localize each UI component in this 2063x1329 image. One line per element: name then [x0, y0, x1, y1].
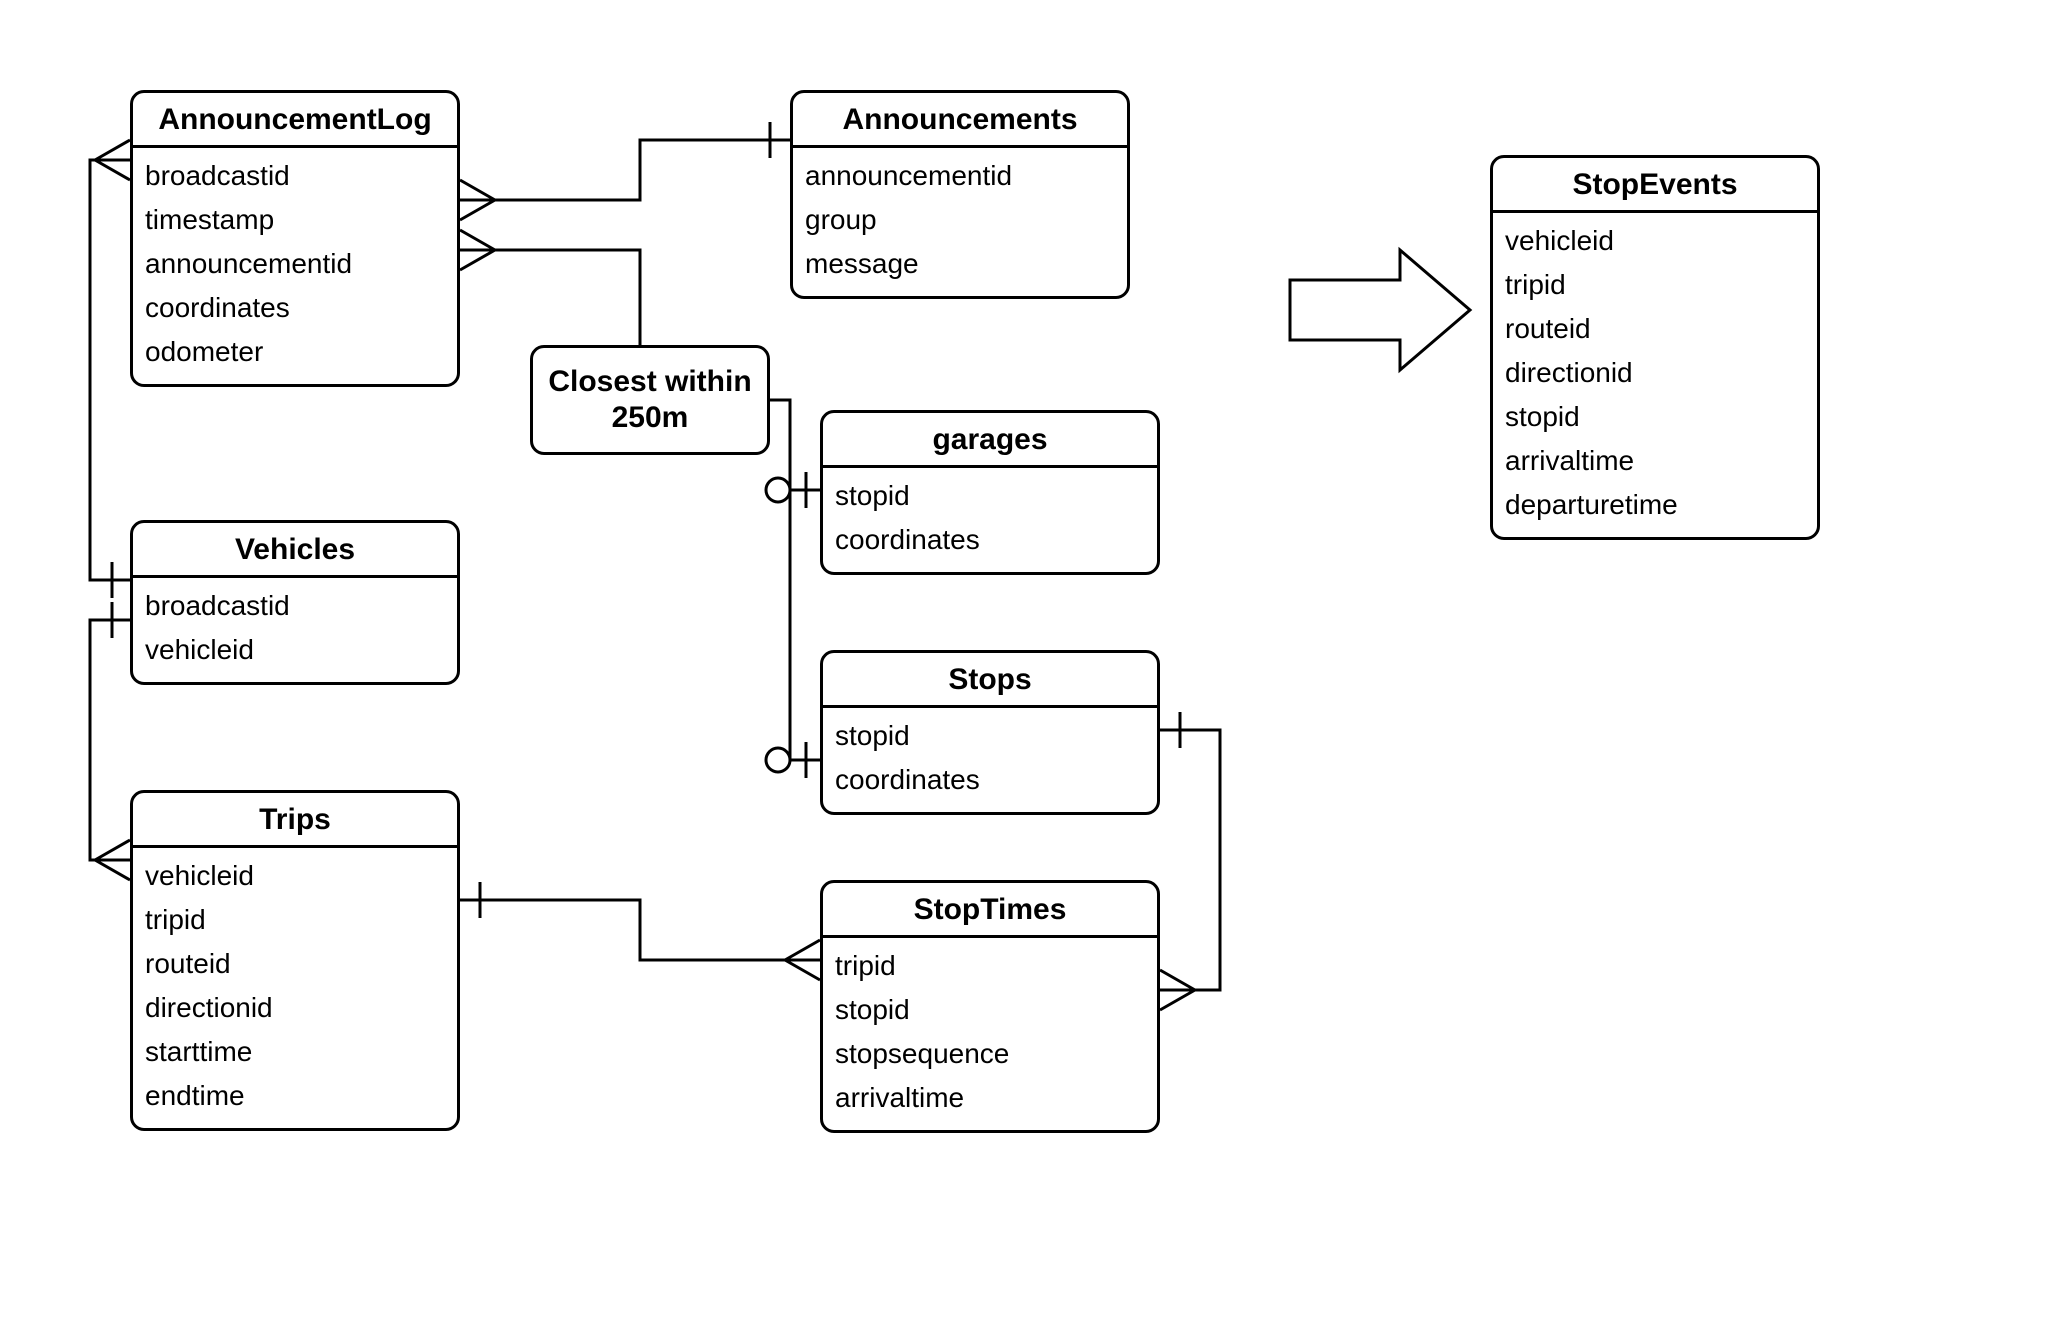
entity-title: Trips [133, 793, 457, 848]
entity-attr: announcementid [805, 154, 1115, 198]
relationship-label-line: 250m [533, 400, 767, 436]
relationship-label-line: Closest within [533, 364, 767, 400]
entity-attr: starttime [145, 1030, 445, 1074]
entity-attr: coordinates [145, 286, 445, 330]
entity-attr: routeid [1505, 307, 1805, 351]
entity-stops: Stops stopid coordinates [820, 650, 1160, 815]
entity-attr: tripid [145, 898, 445, 942]
relationship-closest-within: Closest within 250m [530, 345, 770, 455]
diagram-canvas: AnnouncementLog broadcastid timestamp an… [0, 0, 2063, 1329]
entity-attr: tripid [1505, 263, 1805, 307]
entity-title: garages [823, 413, 1157, 468]
entity-trips: Trips vehicleid tripid routeid direction… [130, 790, 460, 1131]
entity-attr: group [805, 198, 1115, 242]
entity-title: Stops [823, 653, 1157, 708]
entity-attr: directionid [145, 986, 445, 1030]
entity-attr: coordinates [835, 758, 1145, 802]
entity-attr: vehicleid [145, 854, 445, 898]
entity-title: AnnouncementLog [133, 93, 457, 148]
entity-stoptimes: StopTimes tripid stopid stopsequence arr… [820, 880, 1160, 1133]
entity-attr: coordinates [835, 518, 1145, 562]
entity-attr: stopid [835, 988, 1145, 1032]
entity-title: Vehicles [133, 523, 457, 578]
entity-announcementlog: AnnouncementLog broadcastid timestamp an… [130, 90, 460, 387]
entity-attr: vehicleid [145, 628, 445, 672]
entity-attr: routeid [145, 942, 445, 986]
entity-attr: stopsequence [835, 1032, 1145, 1076]
entity-attr: departuretime [1505, 483, 1805, 527]
entity-attr: broadcastid [145, 584, 445, 628]
entity-attr: vehicleid [1505, 219, 1805, 263]
entity-title: StopTimes [823, 883, 1157, 938]
entity-title: Announcements [793, 93, 1127, 148]
entity-announcements: Announcements announcementid group messa… [790, 90, 1130, 299]
entity-attr: timestamp [145, 198, 445, 242]
entity-attr: arrivaltime [835, 1076, 1145, 1120]
entity-attr: stopid [835, 474, 1145, 518]
entity-garages: garages stopid coordinates [820, 410, 1160, 575]
entity-attr: endtime [145, 1074, 445, 1118]
entity-vehicles: Vehicles broadcastid vehicleid [130, 520, 460, 685]
entity-attr: arrivaltime [1505, 439, 1805, 483]
entity-attr: message [805, 242, 1115, 286]
entity-attr: tripid [835, 944, 1145, 988]
entity-attr: odometer [145, 330, 445, 374]
entity-attr: directionid [1505, 351, 1805, 395]
entity-attr: stopid [835, 714, 1145, 758]
entity-title: StopEvents [1493, 158, 1817, 213]
entity-attr: broadcastid [145, 154, 445, 198]
entity-attr: stopid [1505, 395, 1805, 439]
entity-stopevents: StopEvents vehicleid tripid routeid dire… [1490, 155, 1820, 540]
entity-attr: announcementid [145, 242, 445, 286]
